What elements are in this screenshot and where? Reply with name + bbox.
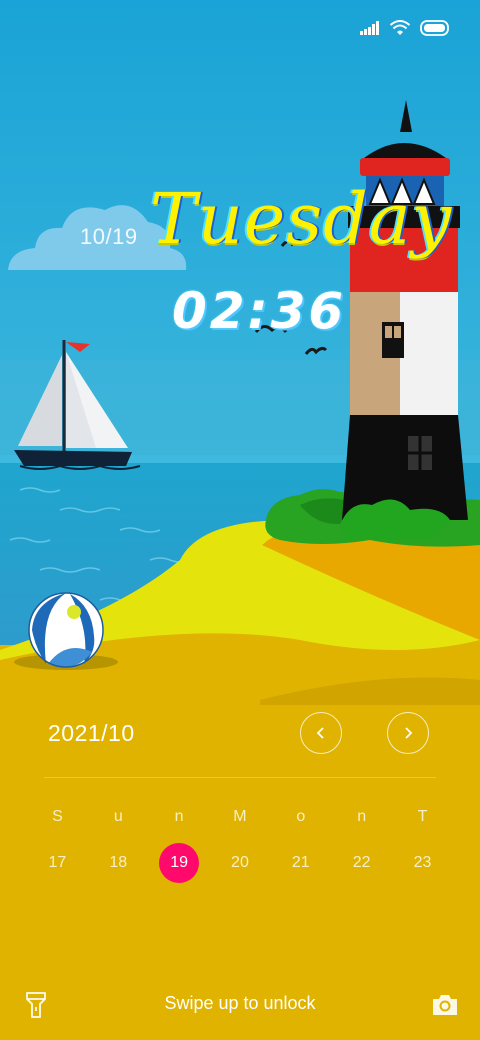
- date-short: 10/19: [80, 224, 138, 249]
- weekday-label: Tuesday: [150, 178, 453, 260]
- status-bar: [360, 16, 450, 40]
- weekday-header-cell: M: [233, 808, 247, 825]
- calendar-prev-button[interactable]: [300, 712, 342, 754]
- calendar-month-label: 2021/10: [48, 720, 135, 746]
- weekday-header-cell: S: [52, 808, 63, 825]
- swipe-to-unlock-hint[interactable]: Swipe up to unlock: [0, 993, 480, 1014]
- calendar-day-number: 21: [291, 854, 310, 871]
- calendar-day[interactable]: 22: [331, 843, 392, 883]
- calendar-day-number: 19: [170, 854, 188, 871]
- calendar-week-row: 17 18 19 20 21 22 23: [27, 843, 453, 883]
- lock-screen: 10/19 Tuesday 02:36 2021/10 S u n M o n …: [0, 0, 480, 1040]
- signal-icon: [360, 21, 379, 35]
- weekday-header-cell: n: [357, 808, 367, 825]
- calendar-day-number: 18: [109, 854, 128, 871]
- chevron-left-icon: [316, 727, 324, 739]
- calendar-day-number: 23: [413, 854, 432, 871]
- camera-icon[interactable]: [431, 992, 459, 1018]
- calendar-day[interactable]: 17: [27, 843, 88, 883]
- calendar-divider: [44, 777, 436, 778]
- calendar-day[interactable]: 23: [392, 843, 453, 883]
- calendar-day-number: 17: [48, 854, 67, 871]
- calendar-day-number: 22: [352, 854, 371, 871]
- weekday-header-cell: T: [417, 808, 428, 825]
- calendar-day[interactable]: 21: [270, 843, 331, 883]
- chevron-right-icon: [405, 727, 413, 739]
- battery-icon: [420, 20, 449, 36]
- lighthouse-shape: [342, 100, 468, 520]
- clock-time: 02:36: [172, 282, 347, 340]
- calendar-day[interactable]: 20: [210, 843, 271, 883]
- wifi-icon: [390, 20, 410, 35]
- weekday-header-cell: u: [113, 808, 123, 825]
- weekday-header-cell: o: [296, 808, 306, 825]
- calendar-next-button[interactable]: [387, 712, 429, 754]
- beach-lighthouse-wallpaper: [0, 0, 480, 1040]
- calendar-day-number: 20: [231, 854, 249, 871]
- calendar-day[interactable]: 18: [88, 843, 149, 883]
- calendar-weekday-header: S u n M o n T: [27, 808, 453, 826]
- calendar-day-today[interactable]: 19: [149, 843, 210, 883]
- weekday-header-cell: n: [174, 808, 184, 825]
